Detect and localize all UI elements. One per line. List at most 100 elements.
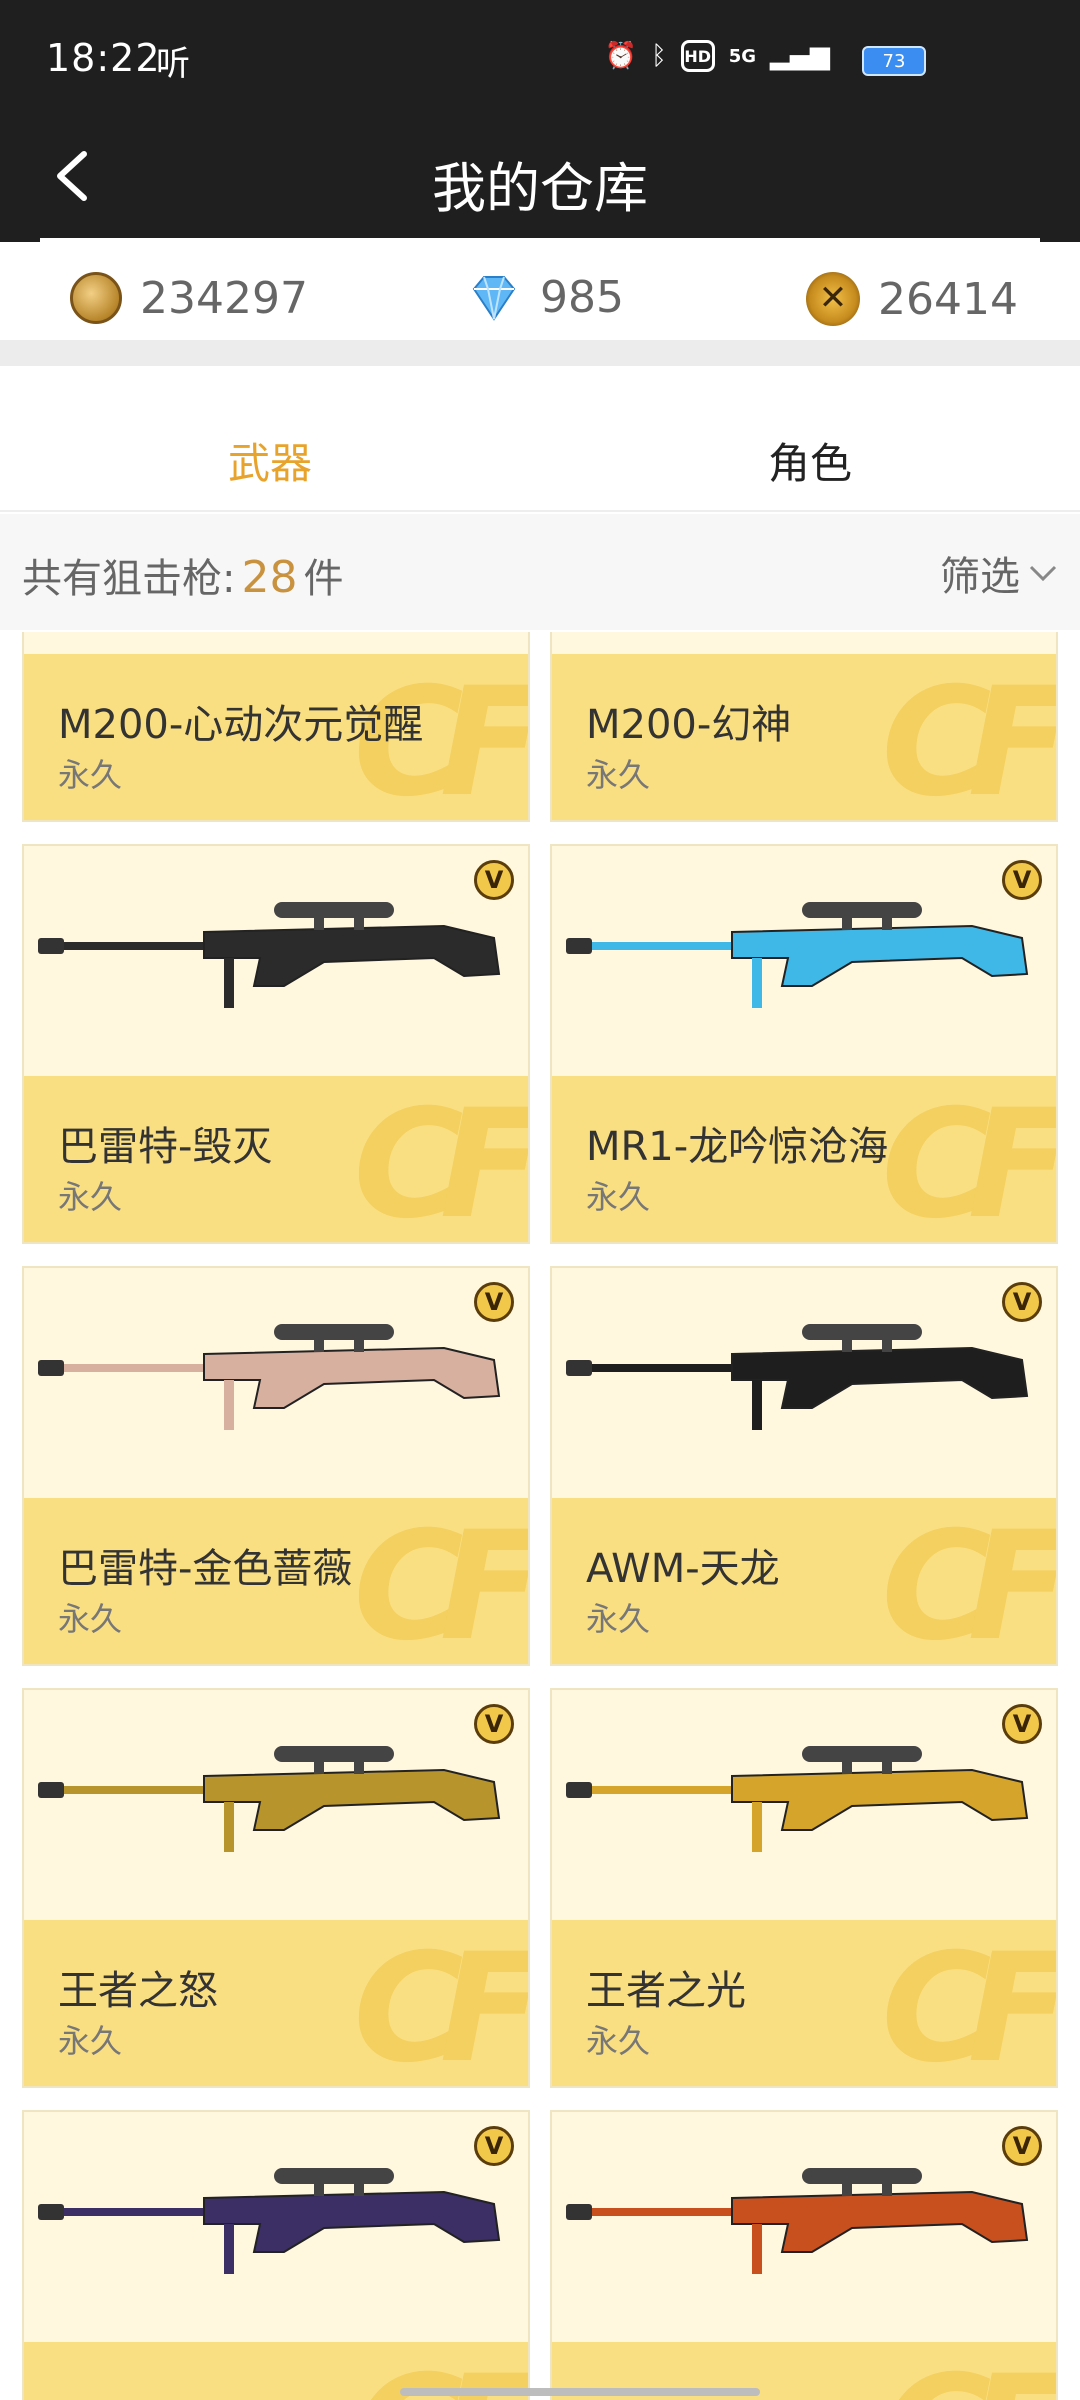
- diamond-icon: [472, 275, 516, 321]
- vip-badge-icon: V: [1002, 1282, 1042, 1322]
- weapon-card[interactable]: VCF: [22, 2110, 530, 2400]
- rifle-icon: [38, 902, 501, 1008]
- weapon-name: 王者之怒: [58, 1968, 218, 2014]
- vip-badge-icon: V: [1002, 1704, 1042, 1744]
- weapon-info: CF 王者之怒永久: [24, 1920, 528, 2088]
- rifle-icon: [38, 2168, 501, 2274]
- weapon-image: [552, 1268, 1056, 1498]
- vip-badge-icon: V: [474, 860, 514, 900]
- bluetooth-icon: ᛒ: [651, 41, 667, 71]
- vip-badge-icon: V: [1002, 2126, 1042, 2166]
- medal-icon: [806, 272, 860, 326]
- weapon-name: 巴雷特-毁灭: [58, 1124, 273, 1170]
- rifle-icon: [566, 2168, 1029, 2274]
- rifle-icon: [24, 632, 530, 654]
- weapon-image: [24, 1268, 528, 1498]
- cf-watermark: CF: [353, 1922, 528, 2088]
- rifle-icon: [566, 1324, 1029, 1430]
- weapon-info: CF 巴雷特-毁灭永久: [24, 1076, 528, 1244]
- vip-badge-icon: V: [474, 1282, 514, 1322]
- weapon-duration: 永久: [58, 1178, 123, 1216]
- currency-bar: 234297 985 26414: [0, 242, 1080, 366]
- cf-watermark: CF: [881, 1500, 1056, 1666]
- status-listen-indicator: 听: [156, 44, 190, 84]
- weapon-info: CF 巴雷特-金色蔷薇永久: [24, 1498, 528, 1666]
- count-number: 28: [241, 552, 298, 603]
- cf-watermark: CF: [353, 1078, 528, 1244]
- weapon-info: CF MR1-龙吟惊沧海永久: [552, 1076, 1056, 1244]
- weapon-card[interactable]: V CF 王者之怒永久: [22, 1688, 530, 2088]
- hd-icon: HD: [680, 40, 715, 72]
- weapon-name: MR1-龙吟惊沧海: [586, 1124, 889, 1170]
- count-suffix: 件: [303, 556, 344, 602]
- currency-diamonds: 985: [466, 272, 624, 323]
- weapon-name: AWM-天龙: [586, 1546, 780, 1592]
- cf-watermark: CF: [353, 1500, 528, 1666]
- app-header: 我的仓库: [0, 108, 1080, 242]
- weapon-card[interactable]: V CF 王者之光 永久: [550, 1688, 1058, 2088]
- weapon-name: M200-心动次元觉醒: [58, 702, 424, 748]
- weapon-info: CF AWM-天龙永久: [552, 1498, 1056, 1666]
- tab-roles[interactable]: 角色: [540, 430, 1080, 491]
- battery-icon: 73: [862, 46, 926, 76]
- status-time: 18:22: [46, 36, 161, 80]
- weapon-image: [552, 846, 1056, 1076]
- weapon-card[interactable]: CF M200-幻神 永久: [550, 632, 1058, 822]
- vip-badge-icon: V: [474, 1704, 514, 1744]
- item-count: 共有狙击枪: 28 件: [22, 546, 343, 604]
- chevron-down-icon: [1029, 565, 1057, 582]
- currency-coins: 234297: [70, 272, 308, 324]
- rifle-icon: [38, 1746, 501, 1852]
- weapon-duration: 永久: [58, 1600, 123, 1638]
- alarm-icon: ⏰: [604, 41, 638, 71]
- weapon-image: [552, 1690, 1056, 1920]
- weapon-card[interactable]: V CF 巴雷特-毁灭永久: [22, 844, 530, 1244]
- diamond-value: 985: [540, 272, 624, 323]
- weapon-duration: 永久: [586, 756, 651, 794]
- status-bar: 18:22 听 ⏰ ᛒ HD 5G ▂▄▆ 73: [0, 0, 1080, 108]
- count-prefix: 共有狙击枪:: [22, 556, 236, 602]
- rifle-icon: [552, 632, 1058, 654]
- weapon-card[interactable]: V CF MR1-龙吟惊沧海永久: [550, 844, 1058, 1244]
- weapon-duration: 永久: [586, 1600, 651, 1638]
- weapon-image: [24, 846, 528, 1076]
- weapon-card[interactable]: V CF 巴雷特-金色蔷薇永久: [22, 1266, 530, 1666]
- filter-button[interactable]: 筛选: [940, 544, 1058, 602]
- battery-level: 73: [882, 50, 906, 72]
- signal-icon: ▂▄▆: [770, 41, 830, 71]
- cf-watermark: CF: [881, 1922, 1056, 2088]
- coin-icon: [70, 272, 122, 324]
- filter-label: 筛选: [940, 554, 1020, 600]
- page-title: 我的仓库: [432, 157, 648, 220]
- medal-value: 26414: [878, 273, 1018, 325]
- weapon-name: 巴雷特-金色蔷薇: [58, 1546, 353, 1592]
- weapon-card[interactable]: V CF: [550, 2110, 1058, 2400]
- rifle-icon: [566, 1746, 1029, 1852]
- vip-badge-icon: V: [1002, 860, 1042, 900]
- vip-badge-icon: V: [474, 2126, 514, 2166]
- rifle-icon: [566, 902, 1029, 1008]
- weapon-duration: 永久: [586, 1178, 651, 1216]
- weapon-image: [24, 2112, 528, 2342]
- weapon-grid: CF M200-心动次元觉醒 永久 CF M200-幻神 永久 V CF 巴雷特-毁灭 永久 V CF…: [0, 632, 1080, 2400]
- weapon-name: M200-幻神: [586, 702, 792, 748]
- tab-weapons[interactable]: 武器: [0, 430, 540, 491]
- list-header: 共有狙击枪: 28 件 筛选: [0, 514, 1080, 630]
- weapon-card[interactable]: CF M200-心动次元觉醒 永久: [22, 632, 530, 822]
- weapon-name: 王者之光: [586, 1968, 746, 2014]
- cf-watermark: CF: [881, 1078, 1056, 1244]
- weapon-image: [552, 2112, 1056, 2342]
- weapon-image: [552, 632, 1056, 654]
- weapon-image: [24, 632, 528, 654]
- weapon-duration: 永久: [58, 2022, 123, 2060]
- weapon-duration: 永久: [58, 756, 123, 794]
- cf-watermark: CF: [881, 2356, 1056, 2400]
- category-tabs: 武器 角色: [0, 392, 1080, 512]
- home-indicator: [400, 2388, 760, 2396]
- currency-medals: 26414: [806, 272, 1018, 326]
- weapon-info: CF M200-幻神 永久: [552, 654, 1056, 820]
- status-icons: ⏰ ᛒ HD 5G ▂▄▆: [605, 40, 830, 72]
- weapon-image: [24, 1690, 528, 1920]
- weapon-card[interactable]: V CF AWM-天龙永久: [550, 1266, 1058, 1666]
- rifle-icon: [38, 1324, 501, 1430]
